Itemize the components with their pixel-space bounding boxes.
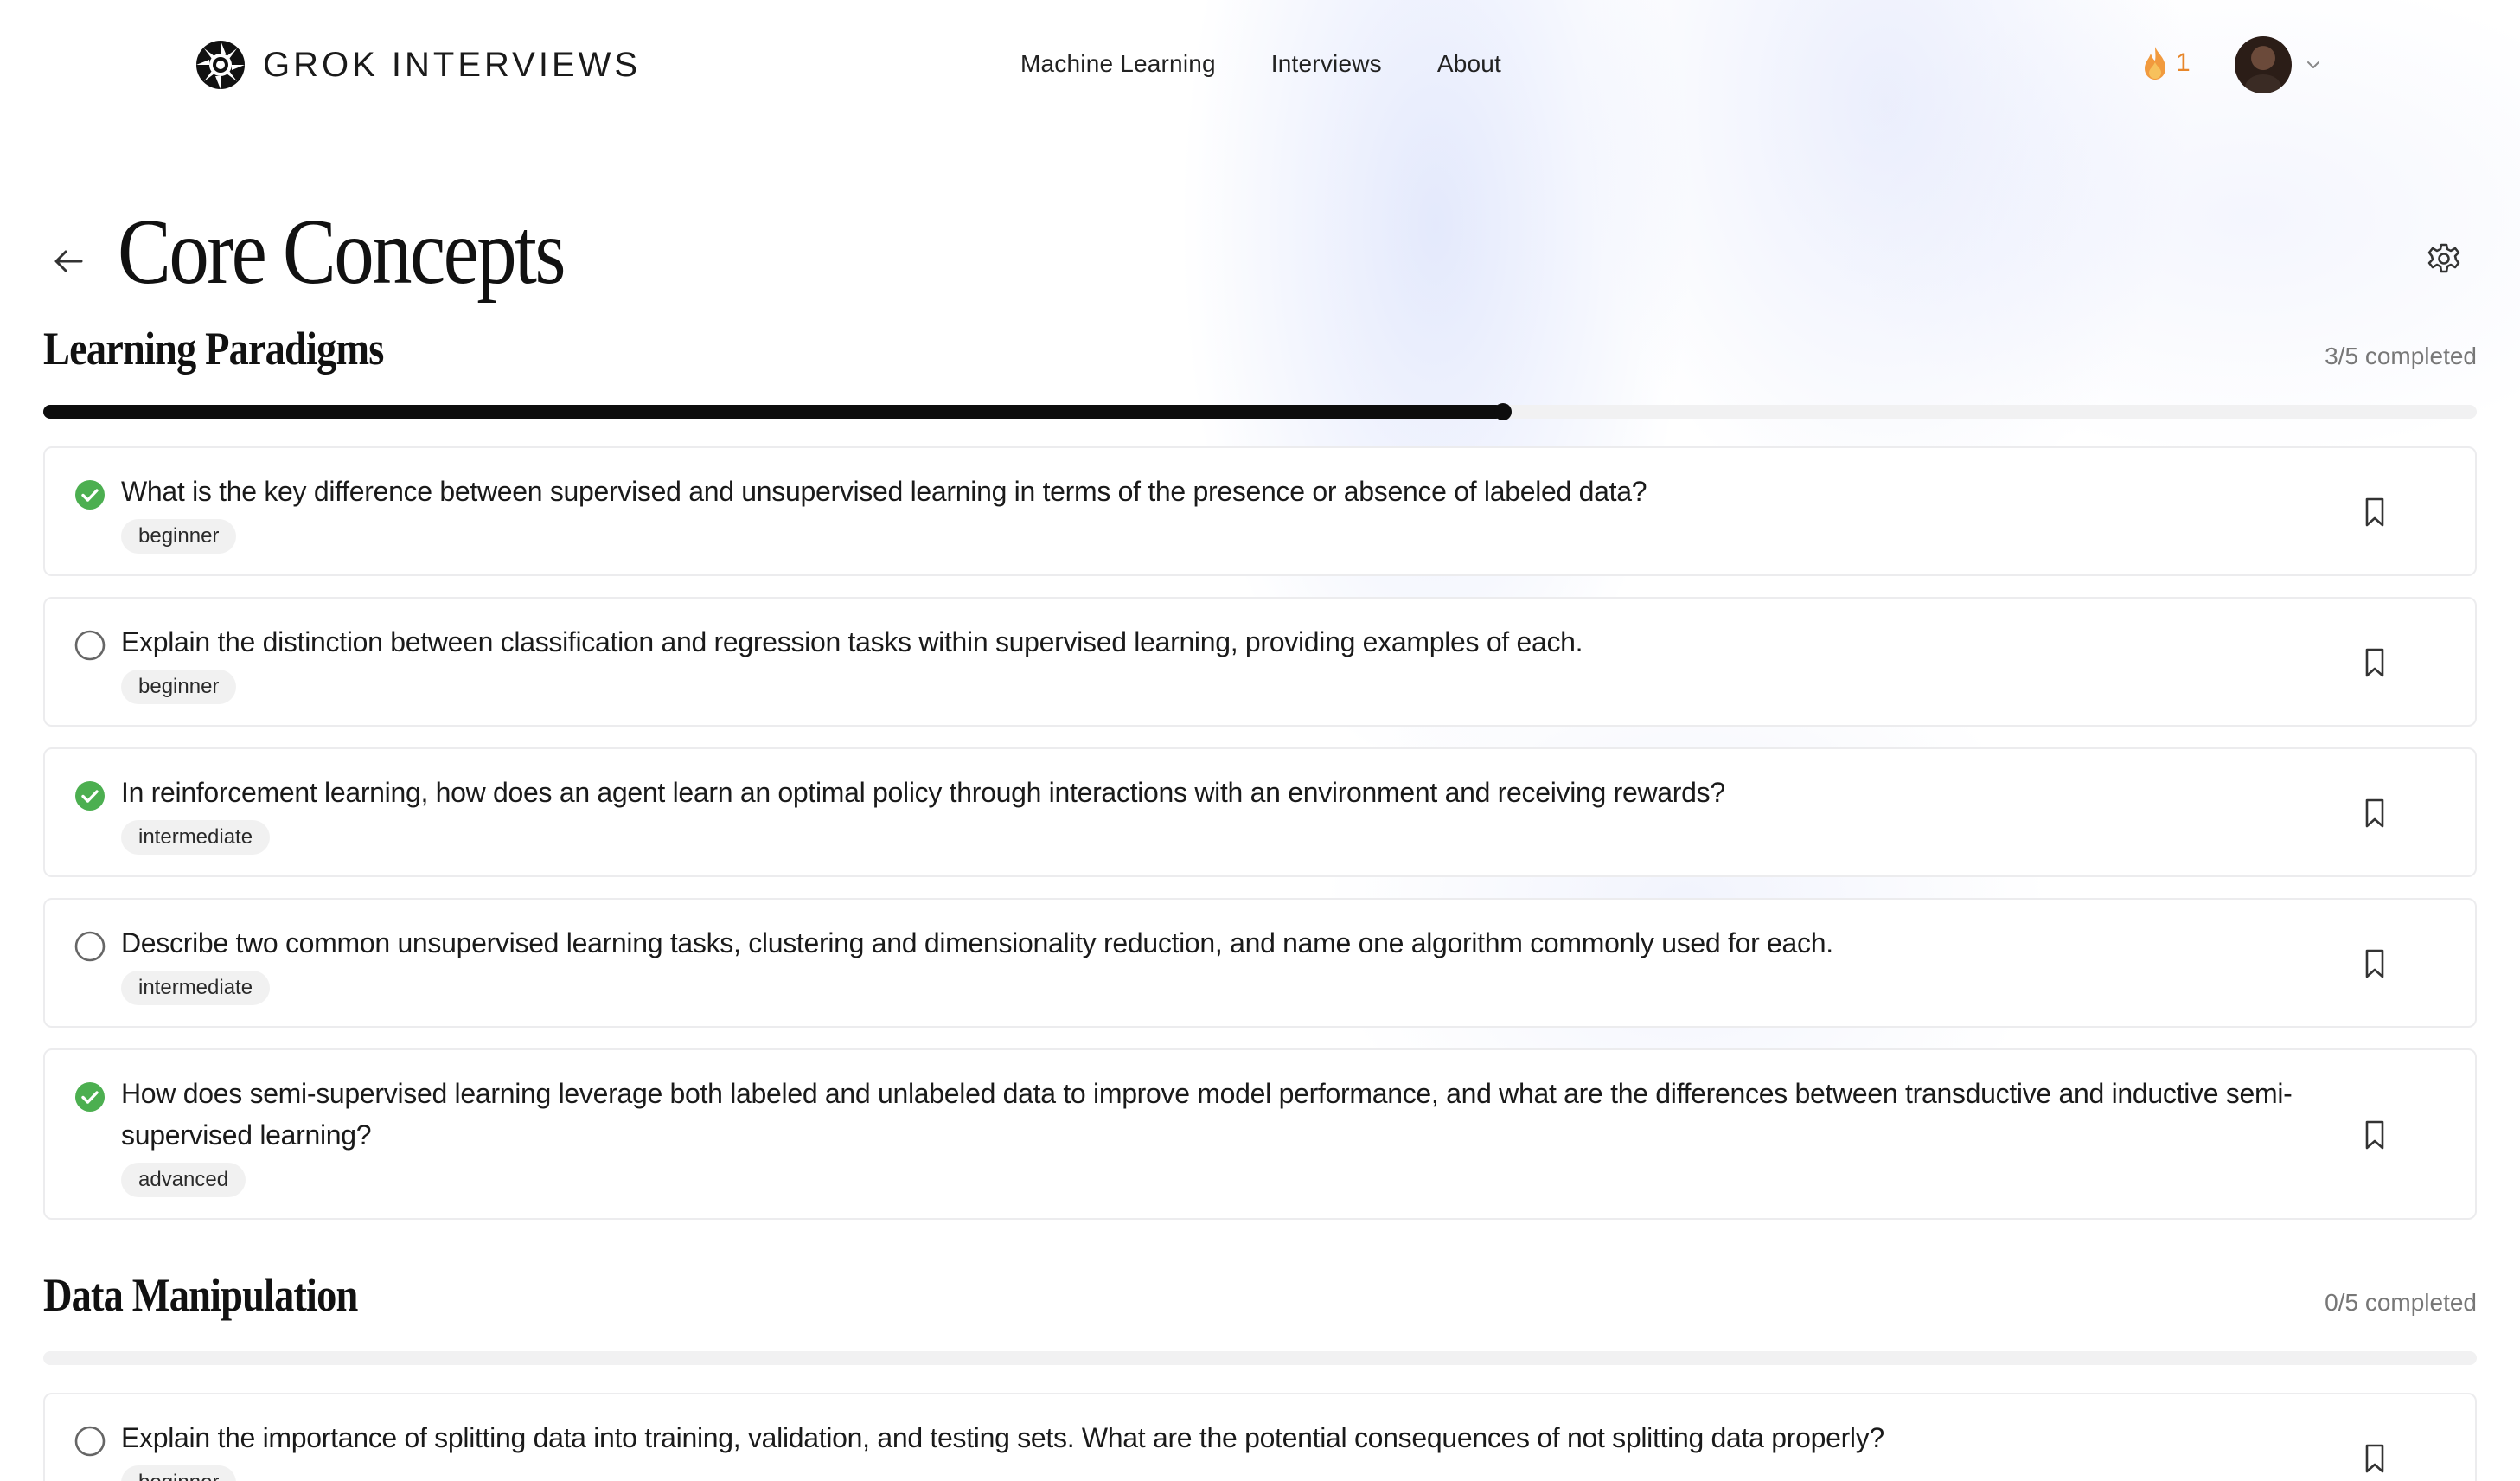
section-progress-bar <box>43 403 2477 420</box>
progress-knob <box>1494 403 1513 420</box>
question-text[interactable]: In reinforcement learning, how does an a… <box>121 772 2345 813</box>
bookmark-icon[interactable] <box>2363 1119 2387 1151</box>
difficulty-tag: intermediate <box>121 820 271 855</box>
main-nav: Machine Learning Interviews About <box>1020 50 1501 78</box>
gear-icon[interactable] <box>2427 242 2461 277</box>
difficulty-tag: advanced <box>121 1163 246 1197</box>
section-progress-label: 0/5 completed <box>2325 1289 2477 1316</box>
empty-circle-icon[interactable] <box>74 931 106 962</box>
chevron-down-icon[interactable] <box>2304 55 2323 74</box>
check-circle-icon[interactable] <box>74 479 106 510</box>
difficulty-tag: beginner <box>121 670 237 704</box>
streak-count: 1 <box>2176 48 2191 77</box>
streak-indicator[interactable]: 1 <box>2141 45 2191 81</box>
question-card[interactable]: Describe two common unsupervised learnin… <box>43 898 2477 1028</box>
section-title-learning-paradigms: Learning Paradigms <box>43 323 384 375</box>
nav-interviews[interactable]: Interviews <box>1271 50 1382 78</box>
top-header: GROK INTERVIEWS Machine Learning Intervi… <box>0 0 2520 135</box>
difficulty-tag: beginner <box>121 519 237 554</box>
arrow-left-icon[interactable] <box>50 242 88 280</box>
bookmark-icon[interactable] <box>2363 497 2387 528</box>
bookmark-icon[interactable] <box>2363 798 2387 829</box>
question-text[interactable]: Explain the importance of splitting data… <box>121 1417 2345 1459</box>
flame-icon <box>2145 47 2165 80</box>
question-text[interactable]: How does semi-supervised learning levera… <box>121 1073 2345 1156</box>
empty-circle-icon[interactable] <box>74 630 106 661</box>
difficulty-tag: beginner <box>121 1465 237 1481</box>
brand-logo-link[interactable]: GROK INTERVIEWS <box>194 38 641 92</box>
question-card[interactable]: Explain the importance of splitting data… <box>43 1393 2477 1481</box>
nav-machine-learning[interactable]: Machine Learning <box>1020 50 1216 78</box>
question-card[interactable]: How does semi-supervised learning levera… <box>43 1048 2477 1220</box>
brand-name: GROK INTERVIEWS <box>263 45 642 84</box>
nav-about[interactable]: About <box>1437 50 1501 78</box>
bookmark-icon[interactable] <box>2363 1443 2387 1474</box>
question-card[interactable]: What is the key difference between super… <box>43 446 2477 576</box>
progress-fill <box>43 405 1504 419</box>
page-title: Core Concepts <box>118 201 566 304</box>
check-circle-icon[interactable] <box>74 780 106 811</box>
section-progress-bar <box>43 1351 2477 1365</box>
section-title-data-manipulation: Data Manipulation <box>43 1269 358 1321</box>
question-text[interactable]: Explain the distinction between classifi… <box>121 621 2345 663</box>
aperture-logo-icon <box>196 41 245 89</box>
section-progress-label: 3/5 completed <box>2325 343 2477 369</box>
user-avatar[interactable] <box>2235 36 2292 93</box>
bookmark-icon[interactable] <box>2363 948 2387 979</box>
bookmark-icon[interactable] <box>2363 647 2387 678</box>
empty-circle-icon[interactable] <box>74 1426 106 1457</box>
difficulty-tag: intermediate <box>121 971 271 1005</box>
question-text[interactable]: What is the key difference between super… <box>121 471 2345 512</box>
question-card[interactable]: Explain the distinction between classifi… <box>43 597 2477 727</box>
check-circle-icon[interactable] <box>74 1081 106 1112</box>
question-card[interactable]: In reinforcement learning, how does an a… <box>43 747 2477 877</box>
question-text[interactable]: Describe two common unsupervised learnin… <box>121 922 2345 964</box>
